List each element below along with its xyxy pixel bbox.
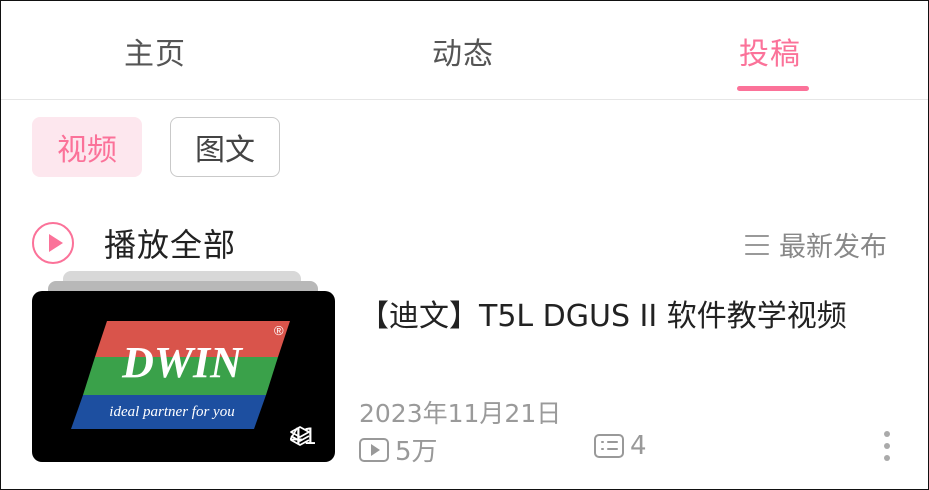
- episode-count-badge: 41: [289, 425, 317, 450]
- play-count-icon: [359, 437, 389, 462]
- tab-home[interactable]: 主页: [124, 29, 186, 73]
- comment-icon: [594, 434, 624, 458]
- video-date: 2023年11月21日: [359, 399, 562, 428]
- filter-video-button[interactable]: 视频: [32, 117, 142, 177]
- comment-count: 4: [594, 431, 647, 461]
- play-all-label: 播放全部: [104, 226, 237, 264]
- play-all-button[interactable]: 播放全部: [32, 219, 236, 267]
- tab-posts[interactable]: 投稿: [739, 29, 801, 73]
- sort-label: 最新发布: [779, 232, 887, 263]
- registered-mark: ®: [274, 323, 284, 338]
- layers-icon: [290, 426, 310, 446]
- play-circle-icon: [32, 222, 74, 264]
- tab-dynamics[interactable]: 动态: [432, 29, 494, 73]
- comment-count-value: 4: [630, 431, 647, 461]
- more-options-icon[interactable]: [883, 431, 891, 463]
- filter-graphic-button[interactable]: 图文: [170, 117, 280, 177]
- video-title[interactable]: 【迪文】T5L DGUS II 软件教学视频: [359, 291, 847, 335]
- view-count: 5万: [359, 431, 438, 468]
- logo-tagline: ideal partner for you: [109, 404, 234, 420]
- sort-button[interactable]: 最新发布: [745, 225, 887, 264]
- view-count-value: 5万: [395, 437, 438, 467]
- video-thumbnail[interactable]: DWIN ideal partner for you ® 41: [32, 291, 335, 462]
- logo-brand: DWIN: [121, 338, 244, 387]
- app-frame: 主页 动态 投稿 视频 图文 播放全部 最新发布 DWIN ideal part…: [0, 0, 929, 490]
- list-icon: [745, 234, 769, 255]
- tab-bar: 主页 动态 投稿: [1, 1, 928, 100]
- active-tab-indicator: [737, 86, 809, 91]
